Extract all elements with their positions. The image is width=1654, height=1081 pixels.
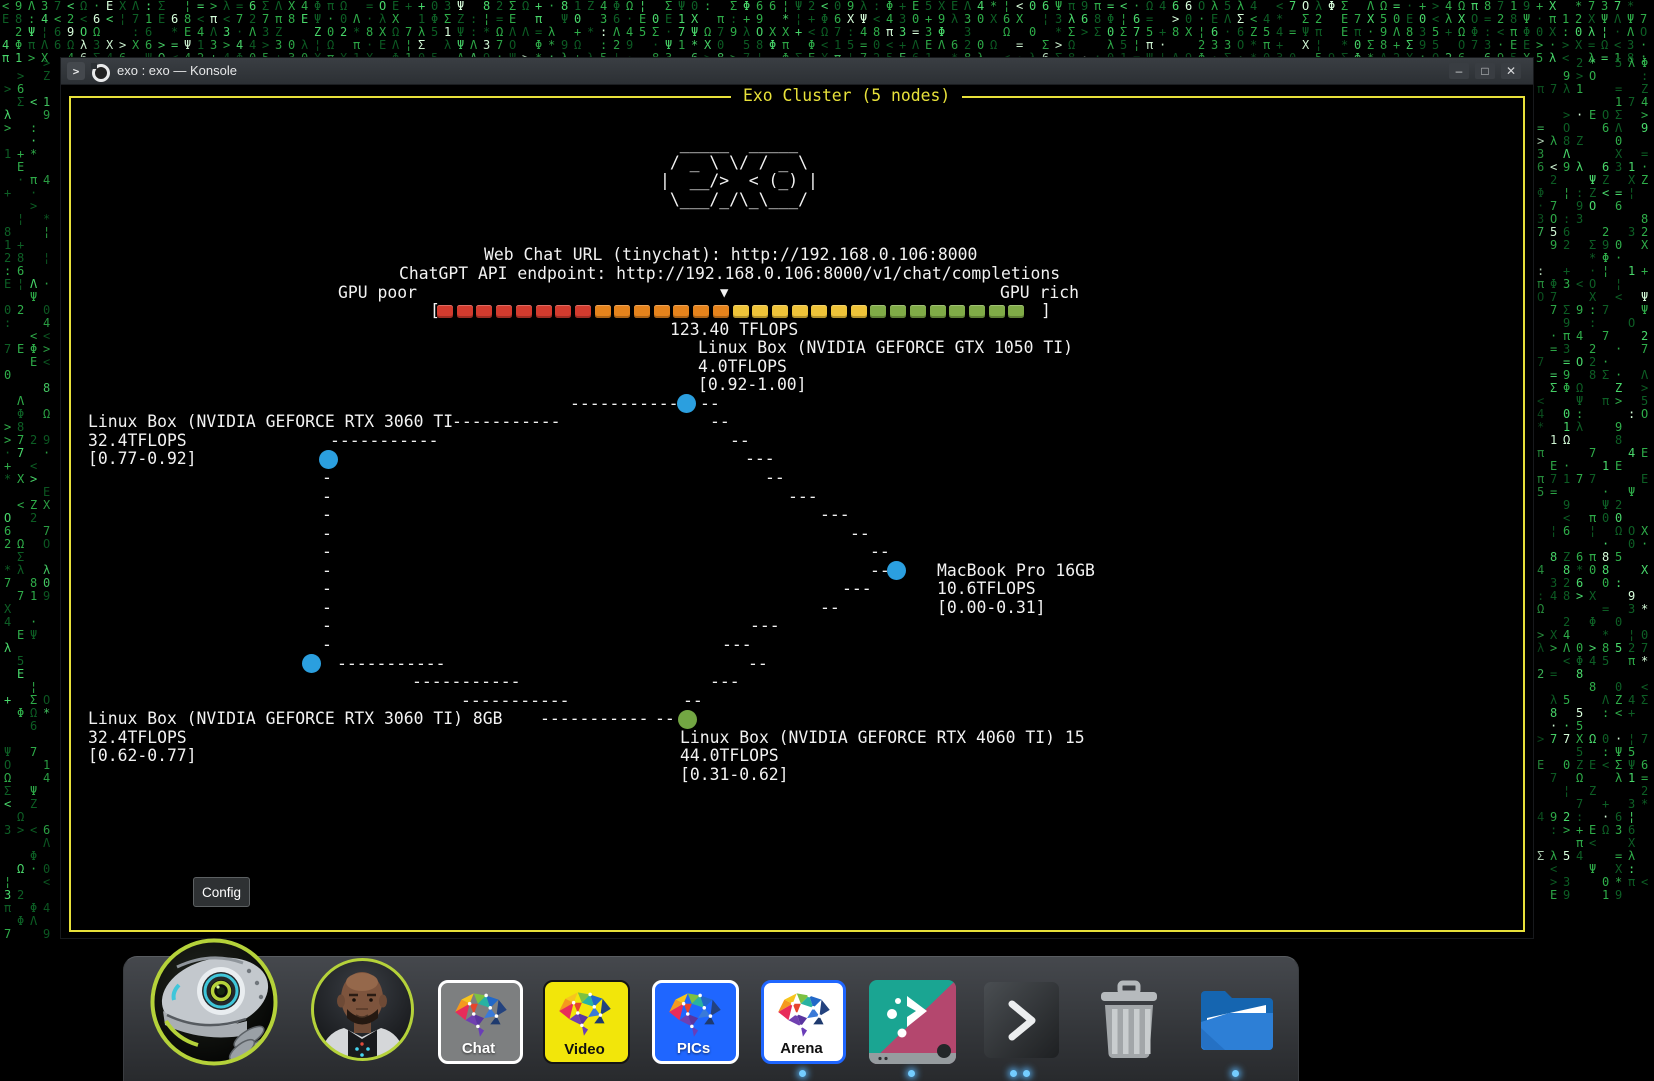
running-indicator-files bbox=[1232, 1070, 1239, 1077]
tab-prompt-icon[interactable]: > bbox=[67, 62, 85, 80]
pics-app-label: PICs bbox=[655, 1040, 732, 1057]
konsole-window: > exo : exo — Konsole – □ ✕ Exo Cluster … bbox=[60, 57, 1534, 939]
brain-logo bbox=[663, 989, 729, 1039]
arena-app-label: Arena bbox=[764, 1040, 839, 1057]
robot-avatar-image bbox=[149, 937, 279, 1067]
user-avatar-icon[interactable] bbox=[310, 957, 415, 1062]
running-indicator-terminal-2 bbox=[1023, 1070, 1030, 1077]
file-manager-icon[interactable] bbox=[1199, 986, 1275, 1054]
plasma-app-icon[interactable] bbox=[869, 980, 956, 1064]
user-avatar-image bbox=[310, 957, 415, 1062]
config-button[interactable]: Config bbox=[193, 877, 250, 907]
running-indicator-terminal-1 bbox=[1010, 1070, 1017, 1077]
pics-app-icon[interactable]: PICs bbox=[652, 980, 739, 1064]
tui-yellow-frame: Exo Cluster (5 nodes) bbox=[69, 96, 1525, 932]
brain-logo bbox=[772, 989, 838, 1039]
robot-avatar-icon[interactable] bbox=[149, 937, 279, 1067]
arena-app-icon[interactable]: Arena bbox=[761, 980, 846, 1064]
cluster-header: Exo Cluster (5 nodes) bbox=[731, 86, 962, 105]
maximize-button[interactable]: □ bbox=[1475, 63, 1495, 79]
folder-image bbox=[1199, 986, 1275, 1054]
chat-app-icon[interactable]: Chat bbox=[438, 980, 523, 1064]
running-indicator-arena bbox=[799, 1070, 806, 1077]
terminal-app-icon[interactable] bbox=[984, 982, 1059, 1058]
chat-app-label: Chat bbox=[441, 1040, 516, 1057]
video-app-label: Video bbox=[545, 1041, 624, 1058]
konsole-app-icon bbox=[92, 64, 110, 82]
window-title: exo : exo — Konsole bbox=[117, 63, 237, 78]
trash-icon[interactable] bbox=[1093, 980, 1165, 1058]
close-button[interactable]: ✕ bbox=[1501, 63, 1521, 79]
terminal-app-image bbox=[984, 982, 1059, 1058]
trash-image bbox=[1093, 980, 1165, 1058]
minimize-button[interactable]: – bbox=[1449, 63, 1469, 79]
brain-logo bbox=[553, 988, 619, 1038]
window-titlebar[interactable]: > exo : exo — Konsole – □ ✕ bbox=[61, 58, 1533, 85]
plasma-app-image bbox=[869, 980, 956, 1064]
video-app-icon[interactable]: Video bbox=[543, 980, 630, 1064]
brain-logo bbox=[449, 989, 515, 1039]
running-indicator-plasma bbox=[908, 1070, 915, 1077]
